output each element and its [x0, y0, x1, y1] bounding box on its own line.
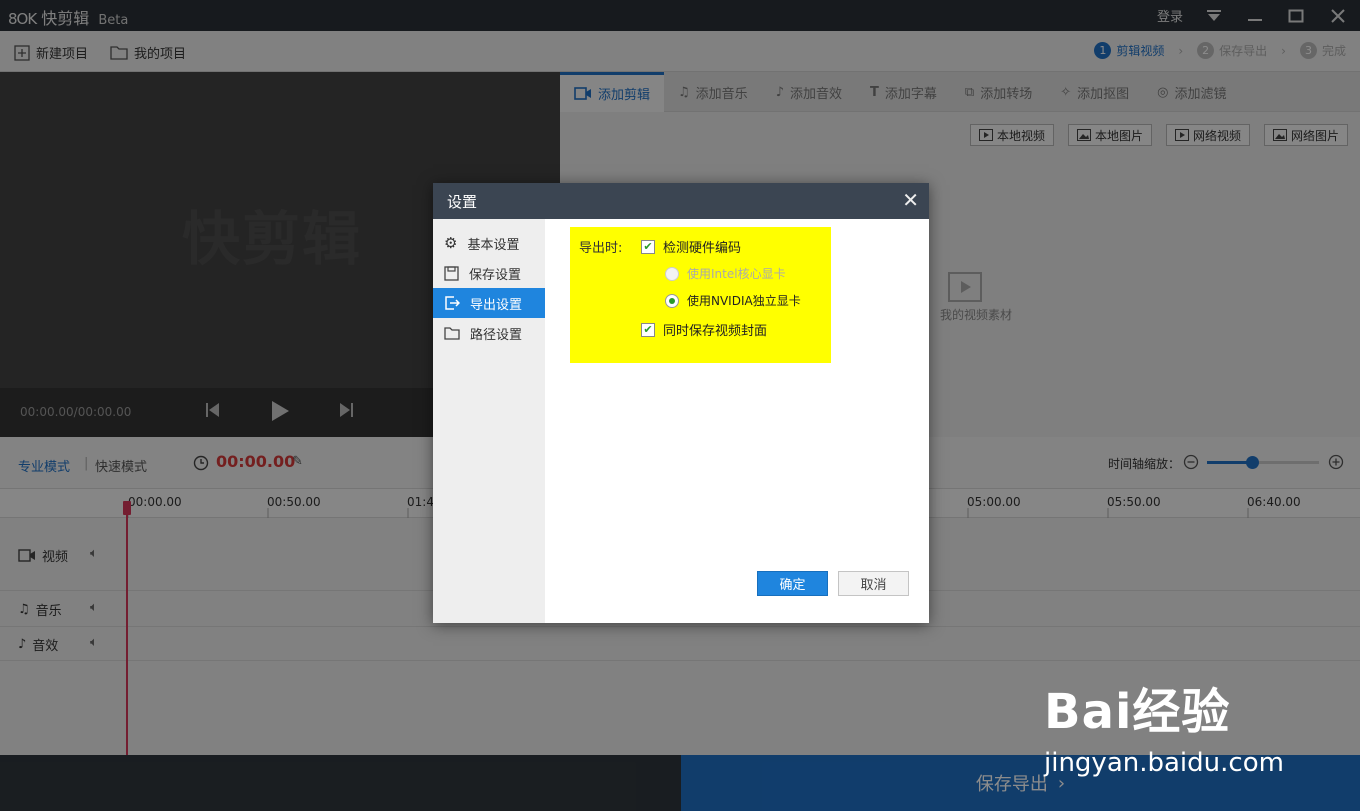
confirm-button[interactable]: 确定	[757, 571, 828, 596]
sidebar-item-save[interactable]: 保存设置	[433, 258, 545, 288]
use-intel-gpu-radio[interactable]: 使用Intel核心显卡	[665, 265, 786, 282]
use-nvidia-gpu-radio[interactable]: 使用NVIDIA独立显卡	[665, 292, 801, 309]
sidebar-item-path[interactable]: 路径设置	[433, 318, 545, 348]
dialog-title: 设置	[447, 193, 478, 211]
settings-dialog: 设置 ✕ ⚙ 基本设置 保存设置 导出设置 路径设置 导出时: ✔ 检测硬件编码…	[433, 183, 929, 623]
sidebar-item-export[interactable]: 导出设置	[433, 288, 545, 318]
option-label: 使用NVIDIA独立显卡	[687, 294, 801, 308]
watermark-url: jingyan.baidu.com	[1044, 748, 1284, 778]
checkmark-icon: ✔	[641, 239, 655, 254]
sidebar-item-label: 路径设置	[470, 327, 523, 343]
export-options-label: 导出时:	[579, 241, 623, 256]
detect-hardware-encoding-checkbox[interactable]: ✔ 检测硬件编码	[641, 237, 741, 256]
sidebar-item-label: 基本设置	[467, 237, 520, 253]
floppy-disk-icon	[444, 265, 459, 281]
close-icon[interactable]: ✕	[902, 188, 919, 212]
sidebar-item-label: 导出设置	[470, 297, 523, 313]
option-label: 同时保存视频封面	[663, 324, 768, 339]
radio-icon	[665, 266, 679, 281]
checkmark-icon: ✔	[641, 322, 655, 337]
dialog-header: 设置 ✕	[433, 183, 929, 219]
baidu-jingyan-watermark: Bai经验 jingyan.baidu.com	[1044, 672, 1284, 778]
radio-selected-icon	[665, 293, 679, 308]
save-video-cover-checkbox[interactable]: ✔ 同时保存视频封面	[641, 320, 767, 339]
export-icon	[445, 296, 460, 310]
option-label: 使用Intel核心显卡	[687, 267, 786, 281]
sidebar-item-basic[interactable]: ⚙ 基本设置	[433, 228, 545, 258]
settings-sidebar: ⚙ 基本设置 保存设置 导出设置 路径设置	[433, 219, 545, 623]
folder-icon	[444, 327, 460, 340]
cancel-button[interactable]: 取消	[838, 571, 909, 596]
option-label: 检测硬件编码	[663, 241, 742, 256]
gear-icon: ⚙	[444, 234, 458, 252]
sidebar-item-label: 保存设置	[469, 267, 522, 283]
watermark-brand: Bai经验	[1044, 684, 1231, 740]
